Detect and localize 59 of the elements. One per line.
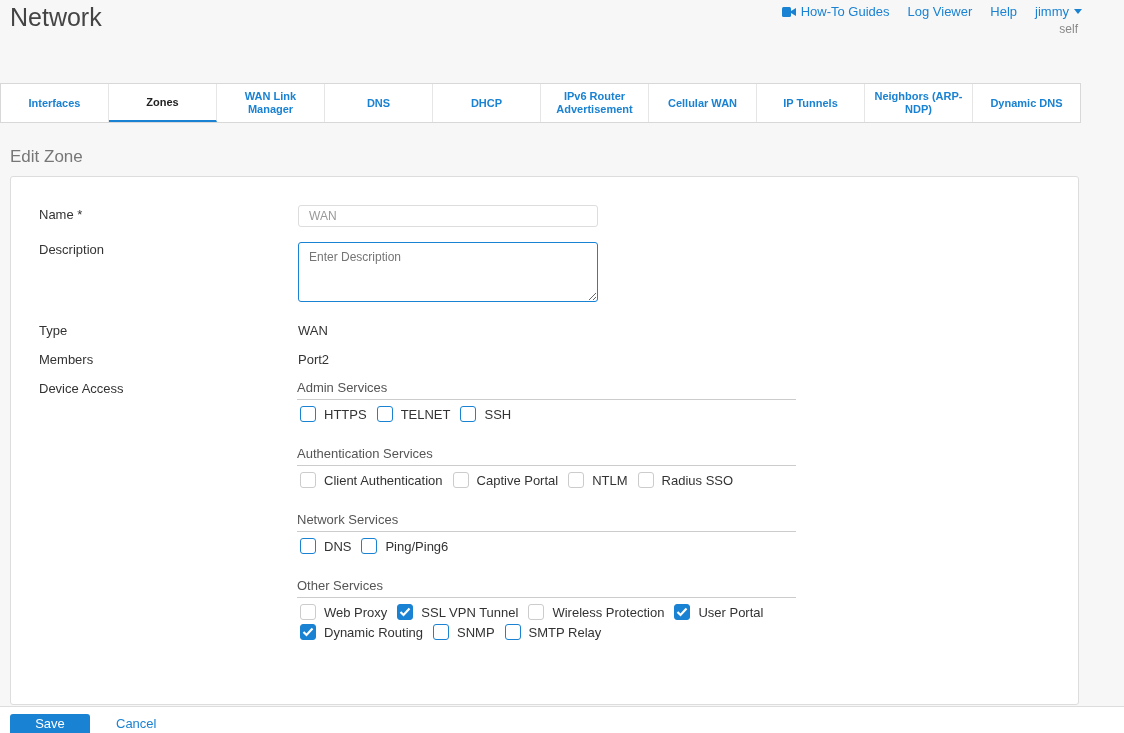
checkbox-label: User Portal [698, 604, 764, 620]
description-field[interactable]: Enter Description [298, 242, 598, 302]
checkbox[interactable] [674, 604, 691, 620]
checkbox-label: SSH [484, 406, 512, 422]
checkbox[interactable] [361, 538, 378, 554]
tab[interactable]: Interfaces [1, 84, 109, 122]
group-title: Admin Services [297, 380, 796, 400]
section-title: Edit Zone [9, 146, 84, 168]
checkbox[interactable] [397, 604, 414, 620]
checkbox-label: Captive Portal [476, 472, 559, 488]
checkbox-label: NTLM [592, 472, 628, 488]
header-link[interactable]: Log Viewer [907, 4, 973, 19]
header-link[interactable]: Help [990, 4, 1018, 19]
checkbox-label: Radius SSO [661, 472, 734, 488]
checkbox[interactable] [433, 624, 449, 640]
checkbox-label: SSL VPN Tunnel [421, 604, 519, 620]
tab[interactable]: DNS [325, 84, 433, 122]
tab[interactable]: Neighbors (ARP-NDP) [865, 84, 973, 122]
field-value: WAN [298, 323, 328, 338]
tab[interactable]: Dynamic DNS [973, 84, 1080, 122]
field-label: Description [39, 242, 106, 259]
page-title: Network [9, 2, 102, 33]
video-camera-icon [781, 6, 796, 17]
group-title: Authentication Services [297, 446, 796, 466]
field-label: Name * [39, 206, 84, 224]
checkbox-label: SNMP [457, 624, 495, 640]
cancel-link[interactable]: Cancel [116, 714, 157, 733]
checkbox[interactable] [300, 538, 316, 554]
caret-icon [1074, 9, 1082, 14]
checkbox-label: Web Proxy [324, 604, 388, 620]
checkbox-label: TELNET [400, 406, 451, 422]
checkbox[interactable] [504, 624, 521, 640]
tab[interactable]: IPv6 Router Advertisement [541, 84, 649, 122]
user-role: self [1059, 22, 1078, 36]
field-value: Port2 [298, 352, 330, 367]
tab[interactable]: WAN Link Manager [217, 84, 325, 122]
checkbox[interactable] [376, 406, 393, 422]
tab[interactable]: Zones [109, 84, 217, 122]
save-button[interactable]: Save [10, 714, 90, 733]
checkbox-label: Wireless Protection [552, 604, 665, 620]
field-label: Device Access [39, 381, 125, 398]
group-title: Network Services [297, 512, 796, 532]
tab[interactable]: IP Tunnels [757, 84, 865, 122]
checkbox-label: DNS [324, 538, 352, 554]
field-label: Members [39, 352, 95, 367]
checkbox[interactable] [460, 406, 477, 422]
checkbox[interactable] [300, 624, 316, 640]
checkbox-label: SMTP Relay [528, 624, 602, 640]
header-link[interactable]: How-To Guides [781, 4, 890, 19]
tab[interactable]: Cellular WAN [649, 84, 757, 122]
checkbox-label: Dynamic Routing [324, 624, 423, 640]
checkbox-label: HTTPS [324, 406, 367, 422]
tab[interactable]: DHCP [433, 84, 541, 122]
checkbox-label: Ping/Ping6 [385, 538, 449, 554]
field-label: Type [39, 323, 69, 338]
checkbox[interactable] [300, 406, 316, 422]
user-menu[interactable]: jimmy [1035, 4, 1082, 19]
group-title: Other Services [297, 578, 796, 598]
checkbox-label: Client Authentication [324, 472, 443, 488]
